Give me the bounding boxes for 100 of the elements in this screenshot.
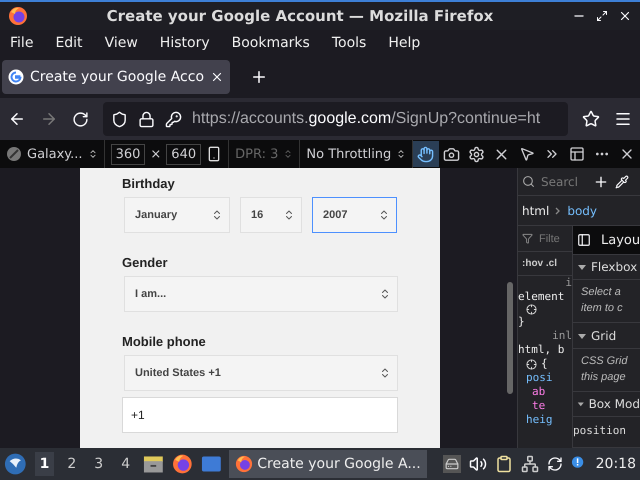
search-field[interactable]: Searcl bbox=[541, 174, 587, 188]
pointer-icon[interactable] bbox=[518, 146, 535, 162]
device-select[interactable]: Galaxy... bbox=[27, 146, 83, 162]
shield-icon[interactable] bbox=[111, 110, 128, 128]
crosshair-icon[interactable] bbox=[526, 358, 537, 370]
select-field[interactable]: January bbox=[124, 197, 230, 233]
css-rule-text: html, b bbox=[518, 343, 566, 357]
css-rule-text: posi bbox=[525, 371, 554, 385]
settings-icon[interactable] bbox=[468, 146, 485, 162]
key-icon[interactable] bbox=[165, 110, 182, 128]
network-icon[interactable] bbox=[520, 455, 539, 473]
pseudo-toggle[interactable]: :hov .cl bbox=[522, 258, 558, 269]
updown-icon bbox=[379, 367, 391, 379]
camera-icon[interactable] bbox=[442, 146, 460, 162]
section-header[interactable]: Grid bbox=[573, 323, 640, 349]
select-field[interactable]: 16 bbox=[240, 197, 302, 233]
window-icon[interactable] bbox=[200, 455, 222, 473]
updown-icon bbox=[283, 209, 295, 221]
section-header[interactable]: Flexbox bbox=[573, 255, 640, 280]
section-header[interactable]: Box Mod bbox=[573, 392, 640, 417]
section-note: this page bbox=[581, 370, 627, 385]
triangle-icon bbox=[577, 262, 587, 272]
clock: 20:18 bbox=[596, 456, 636, 472]
times-sign: × bbox=[150, 146, 162, 162]
css-rule-text: heig bbox=[525, 413, 554, 427]
height-field[interactable]: 640 bbox=[166, 144, 202, 164]
lock-icon[interactable] bbox=[138, 110, 155, 128]
menu-item[interactable]: Tools bbox=[332, 35, 366, 51]
field-label: Mobile phone bbox=[122, 334, 207, 349]
section-note: CSS Grid bbox=[581, 354, 629, 369]
updown-icon bbox=[283, 149, 294, 159]
hand-icon bbox=[417, 146, 434, 162]
speaker-icon[interactable] bbox=[468, 455, 487, 473]
section-note: Select a bbox=[581, 285, 622, 300]
url-text: https://accounts.google.com/SignUp?continue=ht bbox=[192, 110, 540, 128]
filter-field[interactable]: Filte bbox=[539, 232, 560, 244]
field-label: Birthday bbox=[122, 176, 176, 191]
workspace-button[interactable]: 4 bbox=[116, 452, 136, 476]
add-icon[interactable] bbox=[593, 174, 609, 190]
menu-item[interactable]: Help bbox=[388, 35, 420, 51]
menu-item[interactable]: View bbox=[104, 35, 138, 51]
firefox-logo-icon bbox=[8, 6, 28, 26]
updown-icon bbox=[396, 149, 406, 159]
clipboard-icon[interactable] bbox=[494, 455, 513, 473]
google-g-icon bbox=[8, 69, 24, 85]
back-icon[interactable] bbox=[8, 110, 26, 128]
file-cabinet-icon[interactable] bbox=[143, 454, 164, 474]
menu-item[interactable]: Bookmarks bbox=[232, 35, 310, 51]
updown-icon bbox=[88, 149, 98, 159]
css-rule-text: } bbox=[518, 315, 526, 329]
eyedropper-icon[interactable] bbox=[615, 174, 629, 188]
start-menu-icon[interactable] bbox=[4, 452, 27, 476]
star-icon[interactable] bbox=[582, 110, 600, 128]
field-label: Gender bbox=[122, 255, 169, 270]
taskbar-task[interactable]: Create your Google A... bbox=[229, 450, 427, 478]
sidebar-toggle-icon[interactable] bbox=[577, 233, 591, 248]
css-rule-text: ab bbox=[531, 385, 546, 399]
phone-input[interactable]: +1 bbox=[122, 397, 398, 433]
select-field[interactable]: I am... bbox=[124, 276, 398, 312]
updown-icon bbox=[211, 209, 223, 221]
firefox-icon bbox=[235, 455, 254, 473]
updown-icon bbox=[378, 209, 390, 221]
select-field[interactable]: 2007 bbox=[312, 197, 397, 233]
close-icon[interactable] bbox=[618, 9, 632, 23]
breadcrumb-item[interactable]: html bbox=[522, 204, 550, 218]
filter-icon bbox=[522, 233, 533, 244]
url-field[interactable]: https://accounts.google.com/SignUp?continue=ht bbox=[103, 102, 568, 136]
select-field[interactable]: United States +1 bbox=[124, 355, 398, 391]
firefox-icon[interactable] bbox=[172, 453, 193, 475]
workspace-button[interactable]: 3 bbox=[89, 452, 108, 476]
touch-button[interactable] bbox=[413, 141, 438, 167]
window-title: Create your Google Account — Mozilla Firefox bbox=[106, 7, 494, 25]
menu-item[interactable]: Edit bbox=[55, 35, 83, 51]
search-icon bbox=[522, 175, 535, 188]
forward-icon[interactable] bbox=[40, 110, 58, 128]
menu-item[interactable]: History bbox=[160, 35, 210, 51]
reload-icon[interactable] bbox=[72, 110, 89, 128]
width-field[interactable]: 360 bbox=[110, 144, 146, 164]
crosshair-icon[interactable] bbox=[526, 304, 537, 315]
updown-icon bbox=[379, 288, 391, 300]
layout-icon[interactable] bbox=[569, 146, 586, 162]
throttling-select[interactable]: No Throttling bbox=[306, 146, 392, 162]
menu-icon[interactable] bbox=[614, 110, 632, 128]
breadcrumb-item[interactable]: body bbox=[567, 204, 598, 218]
workspace-button[interactable]: 2 bbox=[62, 452, 82, 476]
sync-icon[interactable] bbox=[546, 456, 563, 472]
css-rule-text: i bbox=[564, 276, 572, 290]
css-rule-text: te bbox=[531, 399, 546, 413]
chevron-icon bbox=[555, 206, 562, 214]
tab-title: Create your Google Acco bbox=[30, 69, 204, 85]
workspace-button[interactable]: 1 bbox=[34, 452, 54, 476]
maximize-icon[interactable] bbox=[596, 10, 608, 22]
menu-item[interactable]: File bbox=[10, 35, 34, 51]
scrollbar-thumb[interactable] bbox=[507, 282, 513, 394]
css-rule-text: element bbox=[518, 290, 566, 304]
section-note: item to c bbox=[581, 301, 624, 316]
rotate-phone-icon[interactable] bbox=[206, 146, 222, 162]
browser-tab[interactable]: Create your Google Acco bbox=[2, 60, 230, 94]
css-rule-text: inl bbox=[551, 329, 572, 343]
css-brace: { bbox=[541, 357, 548, 371]
